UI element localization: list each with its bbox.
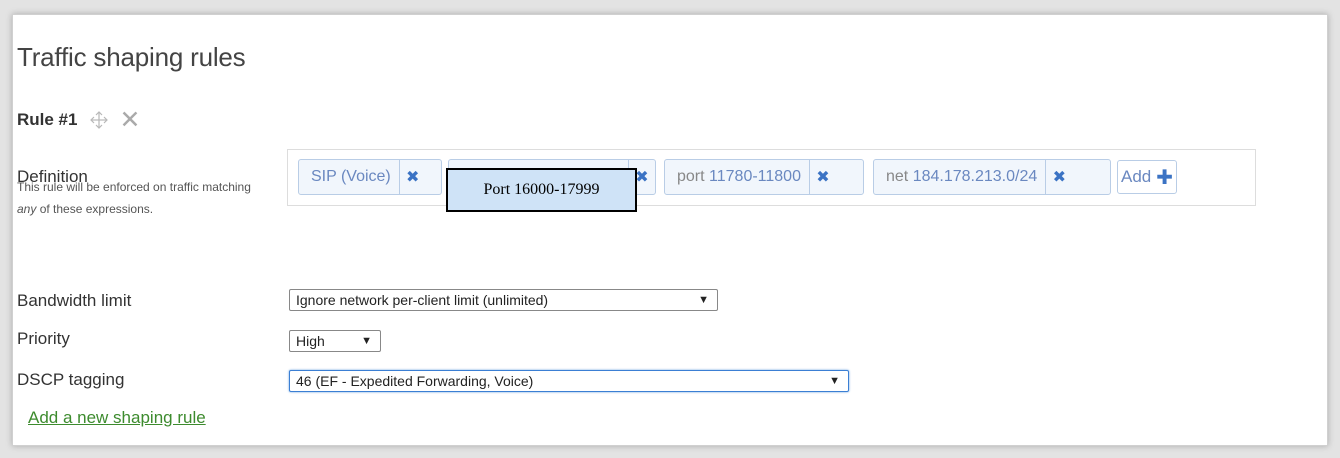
remove-x-icon[interactable]: ✖	[808, 160, 836, 194]
dscp-tagging-select[interactable]: 46 (EF - Expedited Forwarding, Voice) ▼	[289, 370, 849, 392]
chevron-down-icon: ▼	[361, 335, 372, 347]
rule-header: Rule #1 ✕	[17, 108, 140, 133]
chip-label: SIP (Voice)	[311, 168, 391, 185]
dscp-tagging-value: 46 (EF - Expedited Forwarding, Voice)	[296, 373, 534, 389]
chip-value: 11780-11800	[709, 168, 801, 185]
close-icon[interactable]: ✕	[119, 108, 140, 133]
help-text-start: This rule will be enforced on traffic ma…	[17, 180, 251, 194]
remove-x-icon[interactable]: ✖	[398, 160, 426, 194]
priority-value: High	[296, 333, 325, 349]
port-range-annotation: Port 16000-17999	[446, 168, 637, 212]
help-text-end: of these expressions.	[36, 202, 154, 216]
bandwidth-limit-label: Bandwidth limit	[17, 291, 132, 310]
dscp-tagging-label: DSCP tagging	[17, 370, 125, 389]
rule-title: Rule #1	[17, 110, 78, 129]
priority-label: Priority	[17, 329, 70, 348]
add-expression-label: Add	[1120, 167, 1152, 186]
add-expression-button[interactable]: Add ✚	[1117, 160, 1177, 194]
help-text-emphasis: any	[17, 202, 37, 216]
definition-expressions-box: SIP (Voice) ✖ ✖ port 11780-11800 ✖ net 1…	[287, 149, 1256, 206]
plus-icon: ✚	[1156, 166, 1173, 189]
page-title: Traffic shaping rules	[17, 42, 246, 72]
move-arrows-icon[interactable]	[89, 110, 109, 130]
definition-help: This rule will be enforced on traffic ma…	[17, 176, 267, 220]
expression-chip-port-11780: port 11780-11800 ✖	[664, 159, 864, 195]
add-shaping-rule-link[interactable]: Add a new shaping rule	[28, 408, 206, 428]
chevron-down-icon: ▼	[698, 294, 709, 306]
expression-chip-sip-voice: SIP (Voice) ✖	[298, 159, 442, 195]
chevron-down-icon: ▼	[829, 375, 840, 387]
priority-select[interactable]: High ▼	[289, 330, 381, 352]
chip-keyword: net	[886, 168, 909, 185]
chip-value: 184.178.213.0/24	[912, 168, 1038, 185]
bandwidth-limit-select[interactable]: Ignore network per-client limit (unlimit…	[289, 289, 718, 311]
chip-keyword: port	[677, 168, 705, 185]
bandwidth-limit-value: Ignore network per-client limit (unlimit…	[296, 292, 549, 308]
remove-x-icon[interactable]: ✖	[1045, 160, 1072, 194]
expression-chip-net: net 184.178.213.0/24 ✖	[873, 159, 1111, 195]
